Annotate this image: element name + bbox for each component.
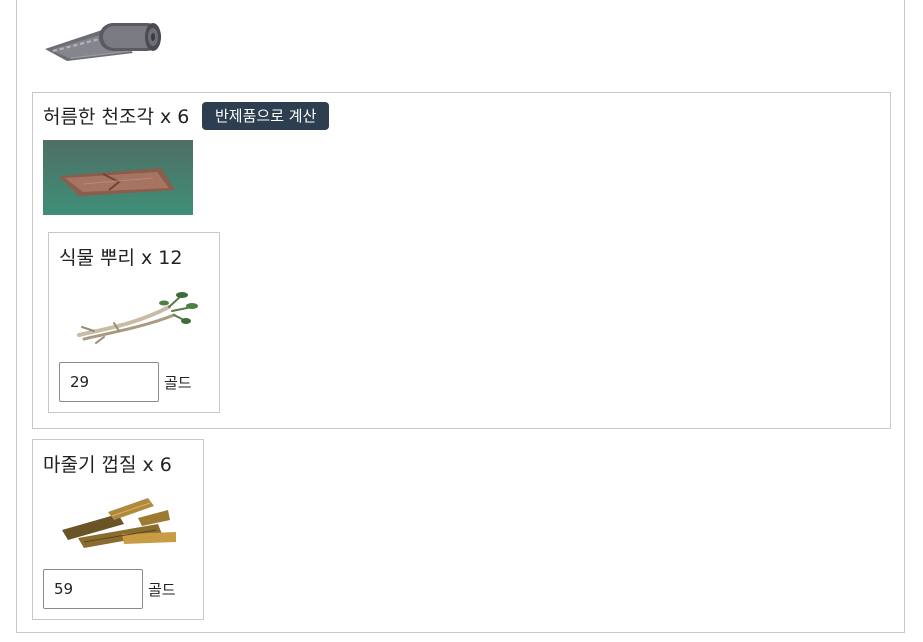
cloth-item-box: 허름한 천조각 x 6 반제품으로 계산 식물 뿌리 x 12 29 골드 bbox=[32, 92, 891, 429]
plant-root-price-input[interactable] bbox=[59, 362, 159, 402]
plant-root-icon bbox=[77, 292, 198, 344]
bark-unit: 골드 bbox=[148, 581, 176, 599]
plant-root-unit: 골드 bbox=[164, 374, 192, 392]
plant-root-title: 식물 뿌리 x 12 bbox=[59, 247, 183, 269]
bark-item-box: 마줄기 껍질 x 6 골드 bbox=[32, 439, 204, 620]
bark-price-input[interactable] bbox=[43, 569, 143, 609]
bark-item-title: 마줄기 껍질 x 6 bbox=[43, 454, 172, 476]
recipe-panel: 허름한 천조각 x 6 반제품으로 계산 식물 뿌리 x 12 29 골드 마줄… bbox=[16, 0, 905, 633]
bark-bundle-icon bbox=[62, 498, 176, 548]
torn-cloth-icon bbox=[43, 140, 193, 215]
rolled-cloth-icon bbox=[45, 23, 161, 61]
plant-root-box: 식물 뿌리 x 12 골드 bbox=[48, 232, 220, 413]
calc-as-intermediate-button[interactable]: 반제품으로 계산 bbox=[202, 102, 330, 130]
cloth-item-title: 허름한 천조각 x 6 bbox=[43, 106, 190, 128]
